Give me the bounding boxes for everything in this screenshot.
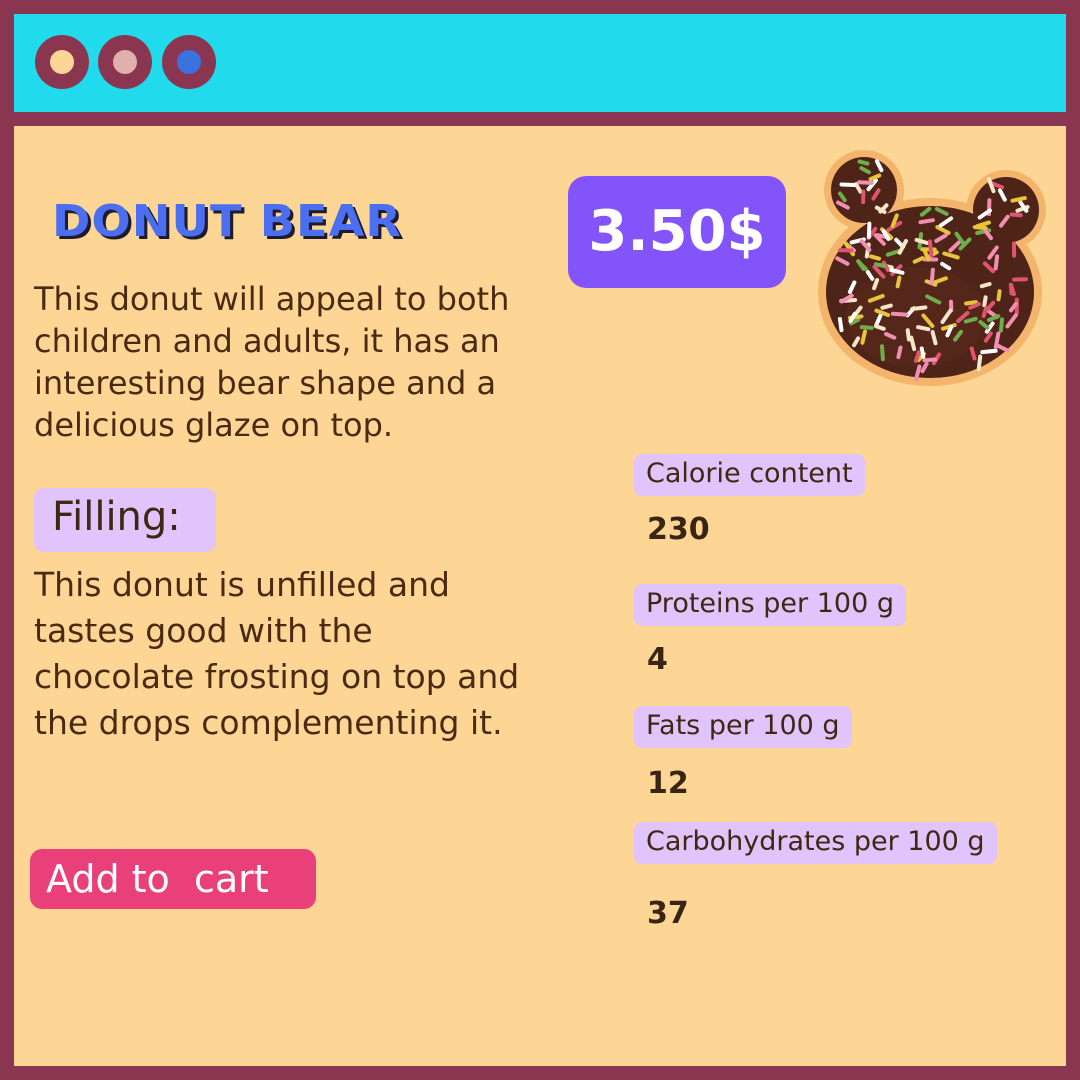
sprinkle bbox=[928, 239, 934, 258]
sprinkle bbox=[1010, 196, 1027, 203]
sprinkle bbox=[869, 254, 881, 261]
sprinkle bbox=[873, 262, 887, 268]
maximize-dot-inner bbox=[177, 50, 201, 74]
sprinkle bbox=[916, 325, 931, 332]
fats-value: 12 bbox=[647, 766, 689, 801]
add-to-cart-button[interactable]: Add to cart bbox=[30, 849, 316, 909]
sprinkle bbox=[963, 316, 978, 324]
sprinkle bbox=[980, 348, 998, 355]
sprinkle bbox=[890, 311, 909, 317]
proteins-value: 4 bbox=[647, 642, 668, 677]
sprinkle bbox=[880, 344, 885, 362]
calorie-label: Calorie content bbox=[634, 454, 865, 496]
minimize-dot[interactable] bbox=[98, 35, 152, 89]
sprinkle bbox=[860, 329, 867, 345]
proteins-label: Proteins per 100 g bbox=[634, 584, 906, 626]
product-description: This donut will appeal to both children … bbox=[34, 280, 510, 444]
carbohydrates-value: 37 bbox=[647, 896, 689, 931]
close-dot-inner bbox=[50, 50, 74, 74]
sprinkle bbox=[895, 275, 902, 289]
sprinkle bbox=[913, 350, 921, 363]
sprinkle bbox=[976, 354, 983, 372]
sprinkle bbox=[910, 305, 928, 311]
sprinkle bbox=[837, 317, 844, 333]
sprinkle bbox=[874, 324, 886, 331]
sprinkle bbox=[922, 357, 938, 363]
calorie-value: 230 bbox=[647, 512, 710, 547]
sprinkle bbox=[857, 180, 874, 185]
sprinkle bbox=[964, 300, 978, 306]
sprinkle bbox=[1008, 282, 1014, 296]
sprinkle bbox=[839, 182, 856, 187]
app-window: Donut bear This donut will appeal to bot… bbox=[0, 0, 1080, 1080]
product-content: Donut bear This donut will appeal to bot… bbox=[14, 126, 1066, 1066]
close-dot[interactable] bbox=[35, 35, 89, 89]
sprinkle bbox=[866, 221, 872, 239]
sprinkle bbox=[859, 325, 874, 330]
sprinkle bbox=[919, 346, 926, 359]
filling-label: Filling: bbox=[34, 488, 216, 552]
filling-description: This donut is unfilled and tastes good w… bbox=[34, 565, 520, 742]
sprinkle bbox=[896, 345, 903, 360]
fats-label: Fats per 100 g bbox=[634, 706, 852, 748]
maximize-dot[interactable] bbox=[162, 35, 216, 89]
sprinkle bbox=[918, 218, 935, 225]
bear-donut-icon bbox=[818, 150, 1046, 386]
sprinkle bbox=[909, 335, 917, 352]
sprinkle bbox=[969, 346, 977, 361]
sprinkle bbox=[979, 282, 992, 289]
sprinkle bbox=[905, 328, 911, 342]
price-badge: 3.50$ bbox=[568, 176, 786, 288]
carbohydrates-label: Carbohydrates per 100 g bbox=[634, 822, 997, 864]
sprinkle bbox=[1009, 212, 1023, 218]
product-title: Donut bear bbox=[52, 196, 403, 247]
sprinkle bbox=[972, 225, 988, 231]
sprinkle bbox=[889, 268, 905, 275]
sprinkle bbox=[996, 289, 1002, 302]
title-bar bbox=[14, 14, 1066, 126]
minimize-dot-inner bbox=[113, 50, 137, 74]
sprinkle bbox=[993, 331, 1001, 349]
sprinkle bbox=[930, 330, 938, 346]
sprinkle bbox=[982, 295, 988, 308]
sprinkle bbox=[993, 254, 1000, 271]
sprinkle bbox=[999, 317, 1004, 333]
sprinkle bbox=[880, 303, 893, 310]
sprinkle bbox=[872, 278, 880, 291]
sprinkle bbox=[857, 159, 870, 166]
sprinkle bbox=[929, 267, 935, 286]
